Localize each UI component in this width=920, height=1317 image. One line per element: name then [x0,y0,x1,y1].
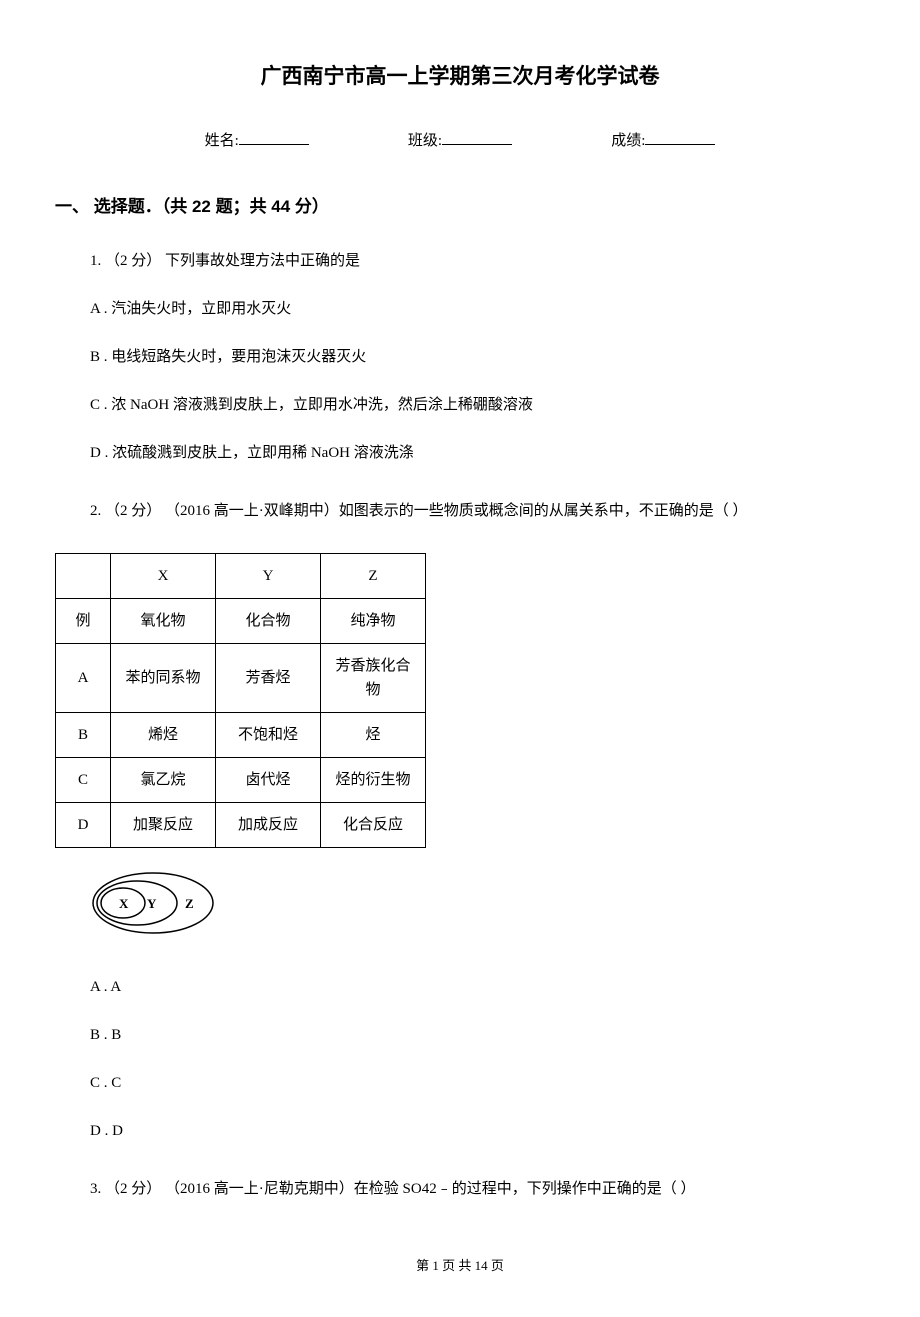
question-2: 2. （2 分） （2016 高一上·双峰期中）如图表示的一些物质或概念间的从属… [90,495,865,528]
venn-svg-icon: X Y Z [85,868,225,938]
diagram-label-y: Y [147,896,157,911]
q1-option-b: B . 电线短路失火时，要用泡沫灭火器灭火 [90,341,865,374]
diagram-label-z: Z [185,896,194,911]
q1-option-d: D . 浓硫酸溅到皮肤上，立即用稀 NaOH 溶液洗涤 [90,437,865,470]
table-cell: 烃 [321,712,426,757]
q3-source: （2016 高一上·尼勒克期中） [165,1181,354,1197]
table-header-y: Y [216,553,321,598]
question-3: 3. （2 分） （2016 高一上·尼勒克期中）在检验 SO42﹣的过程中，下… [90,1173,865,1206]
question-1: 1. （2 分） 下列事故处理方法中正确的是 A . 汽油失火时，立即用水灭火 … [90,245,865,470]
venn-diagram: X Y Z [85,868,865,946]
q2-text: 如图表示的一些物质或概念间的从属关系中，不正确的是（ ） [339,503,748,519]
student-info-row: 姓名: 班级: 成绩: [55,129,865,153]
q1-option-c: C . 浓 NaOH 溶液溅到皮肤上，立即用水冲洗，然后涂上稀硼酸溶液 [90,389,865,422]
q1-option-a: A . 汽油失火时，立即用水灭火 [90,293,865,326]
q1-prefix: 1. （2 分） [90,253,165,269]
table-cell: 氯乙烷 [111,757,216,802]
section-1-header: 一、 选择题．（共 22 题；共 44 分） [55,193,865,220]
q2-source: （2016 高一上·双峰期中） [165,503,339,519]
q2-stem: 2. （2 分） （2016 高一上·双峰期中）如图表示的一些物质或概念间的从属… [90,495,865,528]
table-cell: 苯的同系物 [111,643,216,712]
score-blank[interactable] [645,130,715,145]
page-title: 广西南宁市高一上学期第三次月考化学试卷 [55,60,865,94]
table-cell: 化合物 [216,598,321,643]
table-cell: 化合反应 [321,802,426,847]
table-cell: 不饱和烃 [216,712,321,757]
score-field: 成绩: [611,129,715,153]
table-cell: C [56,757,111,802]
name-field: 姓名: [205,129,309,153]
class-blank[interactable] [442,130,512,145]
table-header-z: Z [321,553,426,598]
class-label: 班级: [408,129,442,153]
table-header-blank [56,553,111,598]
table-cell: A [56,643,111,712]
q2-prefix: 2. （2 分） [90,503,165,519]
page-footer: 第 1 页 共 14 页 [55,1256,865,1277]
q1-stem: 1. （2 分） 下列事故处理方法中正确的是 [90,245,865,278]
table-cell: B [56,712,111,757]
table-row: B 烯烃 不饱和烃 烃 [56,712,426,757]
question-2-options: A . A B . B C . C D . D [90,971,865,1148]
table-cell: 加聚反应 [111,802,216,847]
q2-option-a: A . A [90,971,865,1004]
table-cell: D [56,802,111,847]
table-row: 例 氧化物 化合物 纯净物 [56,598,426,643]
class-field: 班级: [408,129,512,153]
q3-text: 在检验 SO42﹣的过程中，下列操作中正确的是（ ） [354,1181,696,1197]
table-cell: 氧化物 [111,598,216,643]
table-row: C 氯乙烷 卤代烃 烃的衍生物 [56,757,426,802]
table-cell: 芳香烃 [216,643,321,712]
table-row: A 苯的同系物 芳香烃 芳香族化合物 [56,643,426,712]
table-cell: 烃的衍生物 [321,757,426,802]
q2-table: X Y Z 例 氧化物 化合物 纯净物 A 苯的同系物 芳香烃 芳香族化合物 B… [55,553,426,848]
q1-text: 下列事故处理方法中正确的是 [165,253,360,269]
name-blank[interactable] [239,130,309,145]
diagram-label-x: X [119,896,129,911]
table-header-row: X Y Z [56,553,426,598]
q3-stem: 3. （2 分） （2016 高一上·尼勒克期中）在检验 SO42﹣的过程中，下… [90,1173,865,1206]
name-label: 姓名: [205,129,239,153]
table-cell: 纯净物 [321,598,426,643]
table-cell: 例 [56,598,111,643]
table-cell: 卤代烃 [216,757,321,802]
table-header-x: X [111,553,216,598]
q2-option-c: C . C [90,1067,865,1100]
table-cell: 烯烃 [111,712,216,757]
table-cell: 加成反应 [216,802,321,847]
table-cell: 芳香族化合物 [321,643,426,712]
q3-prefix: 3. （2 分） [90,1181,165,1197]
table-row: D 加聚反应 加成反应 化合反应 [56,802,426,847]
score-label: 成绩: [611,129,645,153]
q2-option-d: D . D [90,1115,865,1148]
q2-option-b: B . B [90,1019,865,1052]
